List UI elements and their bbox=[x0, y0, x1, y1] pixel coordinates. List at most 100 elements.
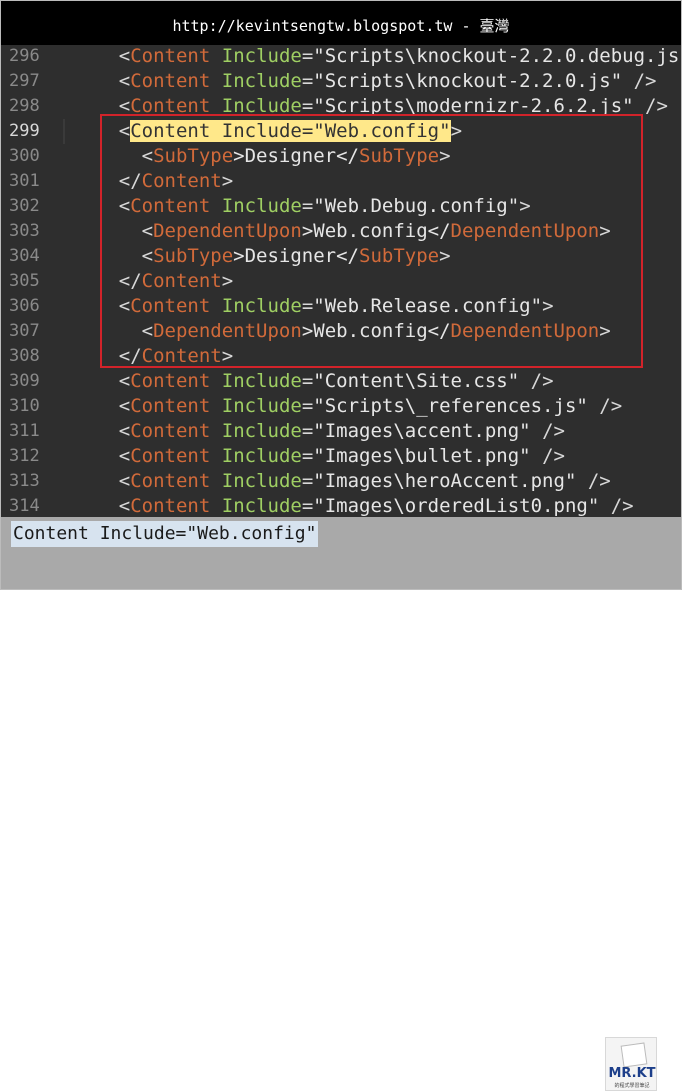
selection-highlight-box bbox=[100, 114, 643, 368]
line-number: 298 bbox=[9, 96, 40, 116]
tag-bracket: < bbox=[118, 395, 131, 417]
line-number: 309 bbox=[9, 371, 40, 391]
tag-name: Content bbox=[130, 395, 211, 417]
tag-bracket: < bbox=[118, 495, 131, 517]
tag-close: /> bbox=[599, 495, 634, 517]
line-number: 314 bbox=[9, 496, 40, 516]
tag-name: Content bbox=[130, 445, 211, 467]
tag-bracket: < bbox=[118, 45, 131, 67]
line-number: 302 bbox=[9, 196, 40, 216]
attribute-name: Include bbox=[221, 420, 302, 442]
tag-name: Content bbox=[130, 45, 211, 67]
attribute-value: "Scripts\_references.js" bbox=[313, 395, 588, 417]
equals-sign: = bbox=[301, 370, 314, 392]
attribute-value: "Scripts\knockout-2.2.0.js" bbox=[313, 70, 623, 92]
code-line[interactable]: <Content Include="Images\bullet.png" /> bbox=[73, 444, 565, 469]
attribute-name: Include bbox=[221, 495, 302, 517]
line-number: 306 bbox=[9, 296, 40, 316]
line-number: 313 bbox=[9, 471, 40, 491]
line-number: 300 bbox=[9, 146, 40, 166]
line-number: 297 bbox=[9, 71, 40, 91]
tag-close: /> bbox=[622, 70, 657, 92]
mrkt-logo: MR.KT 的程式學習筆記 bbox=[605, 1037, 657, 1091]
attribute-name: Include bbox=[221, 470, 302, 492]
title-bar: http://kevintsengtw.blogspot.tw - 臺灣 bbox=[1, 1, 681, 45]
line-number: 311 bbox=[9, 421, 40, 441]
line-number: 310 bbox=[9, 396, 40, 416]
attribute-name: Include bbox=[221, 70, 302, 92]
status-text: Content Include="Web.config" bbox=[11, 521, 319, 547]
code-line[interactable]: <Content Include="Content\Site.css" /> bbox=[73, 369, 554, 394]
code-line[interactable]: <Content Include="Scripts\_references.js… bbox=[73, 394, 622, 419]
tag-name: Content bbox=[130, 70, 211, 92]
line-number: 303 bbox=[9, 221, 40, 241]
tag-close: /> bbox=[587, 395, 623, 417]
line-number: 312 bbox=[9, 446, 40, 466]
tag-close: /> bbox=[530, 445, 565, 467]
tag-name: Content bbox=[130, 370, 211, 392]
editor-window: http://kevintsengtw.blogspot.tw - 臺灣 296… bbox=[0, 0, 682, 1091]
attribute-name: Include bbox=[221, 395, 302, 417]
attribute-name: Include bbox=[221, 45, 302, 67]
code-line[interactable]: <Content Include="Scripts\knockout-2.2.0… bbox=[73, 69, 657, 94]
tag-name: Content bbox=[130, 420, 211, 442]
code-line[interactable]: <Content Include="Scripts\knockout-2.2.0… bbox=[73, 45, 681, 69]
line-number: 296 bbox=[9, 46, 40, 66]
line-number: 301 bbox=[9, 171, 40, 191]
attribute-value: "Images\orderedList0.png" bbox=[313, 495, 600, 517]
tag-bracket: < bbox=[118, 470, 131, 492]
logo-text: MR.KT bbox=[608, 1066, 656, 1081]
note-paper-icon bbox=[620, 1042, 648, 1068]
tag-close: /> bbox=[576, 470, 611, 492]
tag-bracket: < bbox=[118, 70, 131, 92]
window-title: http://kevintsengtw.blogspot.tw - 臺灣 bbox=[172, 17, 510, 35]
code-line[interactable]: <Content Include="Images\heroAccent.png"… bbox=[73, 469, 611, 494]
equals-sign: = bbox=[301, 470, 314, 492]
equals-sign: = bbox=[301, 45, 314, 67]
tag-name: Content bbox=[130, 470, 211, 492]
tag-close: /> bbox=[530, 420, 565, 442]
equals-sign: = bbox=[301, 395, 314, 417]
attribute-value: "Content\Site.css" bbox=[313, 370, 520, 392]
attribute-value: "Images\bullet.png" bbox=[313, 445, 531, 467]
line-number-gutter: 296 297 298 299 300 301 302 303 304 305 306 307 308 3… bbox=[1, 45, 63, 517]
line-number: 305 bbox=[9, 271, 40, 291]
line-number: 308 bbox=[9, 346, 40, 366]
tag-bracket: < bbox=[118, 420, 131, 442]
code-line[interactable]: <Content Include="Images\accent.png" /> bbox=[73, 419, 565, 444]
equals-sign: = bbox=[301, 70, 314, 92]
status-bar: Content Include="Web.config" MR.KT 的程式學習… bbox=[1, 517, 681, 1091]
attribute-value: "Images\heroAccent.png" bbox=[313, 470, 577, 492]
attribute-value: "Images\accent.png" bbox=[313, 420, 531, 442]
line-number: 307 bbox=[9, 321, 40, 341]
tag-name: Content bbox=[130, 495, 211, 517]
code-line[interactable]: <Content Include="Images\orderedList0.pn… bbox=[73, 494, 634, 517]
attribute-value: "Scripts\knockout-2.2.0.debug.js" bbox=[313, 45, 681, 67]
code-editor[interactable]: 296 297 298 299 300 301 302 303 304 305 306 307 308 3… bbox=[1, 45, 681, 517]
logo-subtext: 的程式學習筆記 bbox=[614, 1083, 650, 1089]
tag-close: /> bbox=[519, 370, 554, 392]
equals-sign: = bbox=[301, 420, 314, 442]
line-number: 304 bbox=[9, 246, 40, 266]
attribute-name: Include bbox=[221, 445, 302, 467]
tag-bracket: < bbox=[118, 370, 131, 392]
line-number: 299 bbox=[9, 121, 40, 141]
equals-sign: = bbox=[301, 495, 314, 517]
equals-sign: = bbox=[301, 445, 314, 467]
